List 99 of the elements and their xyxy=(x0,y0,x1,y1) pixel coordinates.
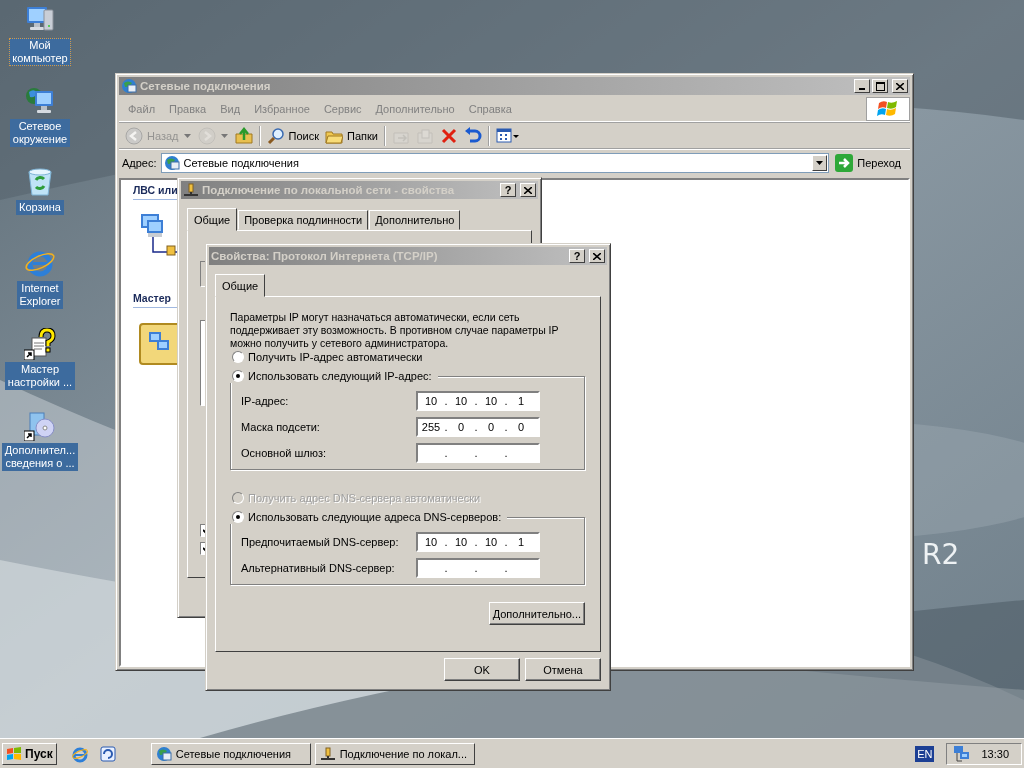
caret-icon xyxy=(816,161,824,165)
toolbar-button[interactable]: Папки xyxy=(322,125,381,147)
dropdown-arrow-icon[interactable] xyxy=(220,134,228,138)
search-icon xyxy=(266,127,285,145)
octet-separator: . xyxy=(473,447,479,459)
tab[interactable]: Общие xyxy=(187,208,238,231)
octet-value: 10 xyxy=(423,536,439,548)
octet-separator: . xyxy=(443,447,449,459)
ip-address-field[interactable]: . . . xyxy=(416,558,540,578)
toolbar-button[interactable]: Поиск xyxy=(263,125,322,147)
go-arrow-icon xyxy=(835,154,854,172)
desktop-icon-label[interactable]: Мой компьютер xyxy=(9,38,71,66)
octet-separator: . xyxy=(473,562,479,574)
octet-value: 10 xyxy=(453,395,469,407)
help-document-icon[interactable] xyxy=(24,328,56,360)
close-button[interactable] xyxy=(520,183,536,197)
wallpaper-text: R2 xyxy=(922,538,960,571)
ip-address-field[interactable]: 10 . 10 . 10 . 1 xyxy=(416,391,540,411)
description-text: Параметры IP могут назначаться автоматически, если сеть поддерживает эту возможность. В противном случае параметры IP можно получить у сетевого администратора. xyxy=(230,311,560,350)
address-value: Сетевые подключения xyxy=(183,157,300,169)
octet-separator: . xyxy=(503,536,509,548)
octet-separator: . xyxy=(503,421,509,433)
radio-button[interactable] xyxy=(232,511,244,523)
desktop-icon-label[interactable]: Корзина xyxy=(16,200,64,215)
octet-value: 1 xyxy=(516,395,526,407)
ip-address-field[interactable]: 255 . 0 . 0 . 0 xyxy=(416,417,540,437)
clock: 13:30 xyxy=(981,747,1009,760)
folder-up-icon[interactable] xyxy=(234,127,253,145)
taskbar-button[interactable]: Сетевые подключения xyxy=(150,742,311,765)
dropdown-button[interactable] xyxy=(812,155,828,171)
radio-label[interactable]: Получить IP-адрес автоматически xyxy=(248,351,423,363)
delete-icon[interactable] xyxy=(439,127,458,145)
undo-icon[interactable] xyxy=(463,127,482,145)
close-icon xyxy=(896,82,904,90)
octet-separator: . xyxy=(473,536,479,548)
globe-icon xyxy=(163,155,180,171)
taskbar-button[interactable]: Подключение по локал... xyxy=(314,742,475,765)
field-label: Маска подсети: xyxy=(241,421,321,433)
octet-separator: . xyxy=(443,536,449,548)
tab[interactable]: Проверка подлинности xyxy=(238,210,369,230)
go-button[interactable]: Переход xyxy=(833,154,907,172)
desktop-icon-label[interactable]: Дополнител... сведения о ... xyxy=(1,443,79,471)
octet-value: 10 xyxy=(483,536,499,548)
octet-value: 10 xyxy=(423,395,439,407)
octet-separator: . xyxy=(473,395,479,407)
language-indicator[interactable]: EN xyxy=(915,745,935,762)
ok-button[interactable]: OK xyxy=(444,658,520,681)
network-plug-icon xyxy=(319,745,336,762)
cancel-button[interactable]: Отмена xyxy=(525,658,601,681)
network-plug-icon xyxy=(183,182,199,198)
close-button[interactable] xyxy=(892,79,908,93)
field-label: Альтернативный DNS-сервер: xyxy=(241,562,396,574)
octet-value: 0 xyxy=(456,421,466,433)
octet-value: 10 xyxy=(483,395,499,407)
octet-separator: . xyxy=(473,421,479,433)
octet-value: 255 xyxy=(420,421,442,433)
window-title: Сетевые подключения xyxy=(140,80,272,92)
views-icon[interactable] xyxy=(495,127,520,145)
dropdown-arrow-icon[interactable] xyxy=(183,134,191,138)
network-tray-icon[interactable] xyxy=(953,744,972,763)
field-label: Предпочитаемый DNS-сервер: xyxy=(241,536,400,548)
help-button[interactable]: ? xyxy=(569,249,585,263)
close-icon xyxy=(593,252,601,260)
desktop-icon-label[interactable]: Сетевое окружение xyxy=(9,119,71,147)
field-label: IP-адрес: xyxy=(241,395,290,407)
octet-value: 0 xyxy=(486,421,496,433)
radio-button[interactable] xyxy=(232,351,244,363)
globe-icon xyxy=(155,745,172,762)
octet-separator: . xyxy=(443,395,449,407)
maximize-button[interactable] xyxy=(872,79,888,93)
globe-icon xyxy=(121,78,137,94)
help-button[interactable]: ? xyxy=(500,183,516,197)
desktop-icon-label[interactable]: Internet Explorer xyxy=(16,281,64,309)
close-icon xyxy=(524,186,532,194)
octet-separator: . xyxy=(443,562,449,574)
minimize-button[interactable] xyxy=(854,79,870,93)
octet-separator: . xyxy=(503,447,509,459)
maximize-icon xyxy=(875,81,885,91)
windows-flag-icon xyxy=(6,746,22,761)
octet-separator: . xyxy=(503,395,509,407)
tab[interactable]: Общие xyxy=(215,274,266,297)
octet-separator: . xyxy=(503,562,509,574)
advanced-button[interactable]: Дополнительно... xyxy=(488,602,585,625)
octet-value: 1 xyxy=(516,536,526,548)
address-field[interactable]: Сетевые подключения xyxy=(160,153,830,173)
radio-button[interactable] xyxy=(232,370,244,382)
start-button[interactable]: Пуск xyxy=(2,742,57,765)
tab[interactable]: Дополнительно xyxy=(369,210,461,230)
close-button[interactable] xyxy=(589,249,605,263)
octet-value: 0 xyxy=(516,421,526,433)
desktop-icon-label[interactable]: Мастер настройки ... xyxy=(4,362,76,390)
octet-value: 10 xyxy=(453,536,469,548)
address-label: Адрес: xyxy=(122,157,157,169)
ip-address-field[interactable]: 10 . 10 . 10 . 1 xyxy=(416,532,540,552)
field-label: Основной шлюз: xyxy=(241,447,328,459)
windows-flag-icon xyxy=(877,99,899,119)
ip-address-field[interactable]: . . . xyxy=(416,443,540,463)
disc-box-icon[interactable] xyxy=(24,409,56,441)
octet-separator: . xyxy=(443,421,449,433)
